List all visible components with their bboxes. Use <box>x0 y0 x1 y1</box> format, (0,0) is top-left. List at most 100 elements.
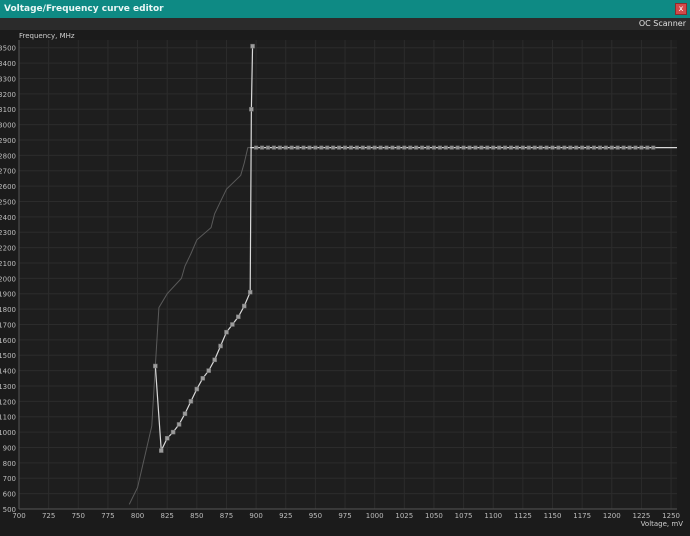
vf-curve-point[interactable] <box>366 145 371 150</box>
vf-curve-point[interactable] <box>301 145 306 150</box>
vf-curve-point[interactable] <box>591 145 597 150</box>
vf-curve-chart[interactable]: 5006007008009001000110012001300140015001… <box>0 30 690 532</box>
vf-curve-point[interactable] <box>249 106 254 112</box>
vf-curve-point[interactable] <box>325 145 330 150</box>
vf-curve-point[interactable] <box>360 145 365 150</box>
vf-curve-point[interactable] <box>250 43 255 49</box>
toolbar: OC Scanner <box>0 18 690 30</box>
vf-curve-point[interactable] <box>271 145 276 150</box>
chart-area[interactable]: 500 600 700 800 900 1000 1100 1200 1300 1400 1500 1… <box>0 30 690 532</box>
vf-curve-point[interactable] <box>645 145 650 150</box>
vf-curve-point[interactable] <box>550 145 555 150</box>
vf-curve-point[interactable] <box>265 145 271 150</box>
vf-curve-point[interactable] <box>544 145 549 150</box>
vf-curve-point[interactable] <box>425 145 431 150</box>
y-tick-label: 2300 <box>0 229 16 237</box>
vf-curve-point[interactable] <box>508 145 514 150</box>
vf-curve-point[interactable] <box>443 145 448 150</box>
vf-curve-point[interactable] <box>194 386 200 392</box>
vf-curve-point[interactable] <box>396 145 401 150</box>
vf-curve-point[interactable] <box>574 145 579 150</box>
vf-curve-point[interactable] <box>431 145 437 150</box>
vf-curve-point[interactable] <box>295 145 300 150</box>
vf-curve-point[interactable] <box>170 429 176 435</box>
vf-curve-point[interactable] <box>230 322 235 327</box>
vf-curve-point[interactable] <box>603 145 608 150</box>
y-tick-label: 600 <box>3 491 16 499</box>
vf-curve-point[interactable] <box>455 145 460 150</box>
vf-curve-point[interactable] <box>218 343 223 349</box>
vf-curve-point[interactable] <box>372 145 377 150</box>
vf-curve-point[interactable] <box>485 145 490 150</box>
x-tick-label: 1250 <box>662 512 680 520</box>
vf-curve-point[interactable] <box>532 145 537 150</box>
vf-curve-point[interactable] <box>259 145 265 150</box>
plot-background[interactable] <box>19 40 677 509</box>
vf-curve-point[interactable] <box>206 368 211 373</box>
vf-curve-point[interactable] <box>247 289 253 295</box>
vf-curve-point[interactable] <box>467 145 472 150</box>
y-tick-label: 2400 <box>0 214 16 222</box>
vf-curve-point[interactable] <box>159 448 164 453</box>
vf-curve-point[interactable] <box>153 363 158 369</box>
y-tick-label: 1200 <box>0 398 16 406</box>
vf-curve-point[interactable] <box>402 145 407 150</box>
vf-curve-point[interactable] <box>491 145 496 150</box>
vf-curve-point[interactable] <box>188 399 194 404</box>
vf-curve-point[interactable] <box>615 145 620 150</box>
vf-curve-point[interactable] <box>408 145 413 150</box>
vf-curve-point[interactable] <box>414 145 419 150</box>
vf-curve-point[interactable] <box>514 145 519 150</box>
vf-curve-point[interactable] <box>224 329 229 335</box>
vf-curve-point[interactable] <box>497 145 502 150</box>
y-tick-label: 2200 <box>0 245 16 253</box>
vf-curve-point[interactable] <box>556 145 561 150</box>
vf-curve-point[interactable] <box>609 145 614 150</box>
vf-curve-point[interactable] <box>520 145 525 150</box>
vf-curve-point[interactable] <box>384 145 389 150</box>
vf-curve-point[interactable] <box>633 145 638 150</box>
vf-curve-point[interactable] <box>526 145 531 150</box>
vf-curve-point[interactable] <box>449 145 454 150</box>
vf-curve-point[interactable] <box>254 145 259 150</box>
vf-curve-point[interactable] <box>236 314 241 320</box>
vf-curve-point[interactable] <box>627 145 632 150</box>
title-bar[interactable]: Voltage/Frequency curve editor x <box>0 0 690 18</box>
vf-curve-point[interactable] <box>200 376 206 381</box>
oc-scanner-button[interactable]: OC Scanner <box>635 18 689 30</box>
vf-curve-point[interactable] <box>331 145 336 150</box>
vf-curve-point[interactable] <box>461 145 466 150</box>
vf-curve-point[interactable] <box>337 145 342 150</box>
vf-curve-point[interactable] <box>503 145 508 150</box>
vf-curve-point[interactable] <box>473 145 478 150</box>
vf-curve-point[interactable] <box>313 145 318 150</box>
vf-curve-point[interactable] <box>242 303 247 309</box>
vf-curve-point[interactable] <box>319 145 324 150</box>
vf-curve-point[interactable] <box>289 145 294 150</box>
vf-curve-point[interactable] <box>420 145 425 150</box>
vf-curve-point[interactable] <box>390 145 395 150</box>
vf-curve-point[interactable] <box>479 145 484 150</box>
vf-curve-point[interactable] <box>538 145 543 150</box>
vf-curve-point[interactable] <box>562 145 567 150</box>
vf-curve-point[interactable] <box>283 145 288 150</box>
vf-curve-point[interactable] <box>586 145 591 150</box>
vf-curve-point[interactable] <box>580 145 585 150</box>
vf-curve-point[interactable] <box>164 436 170 441</box>
vf-curve-point[interactable] <box>277 145 282 150</box>
vf-curve-point[interactable] <box>378 145 383 150</box>
vf-curve-point[interactable] <box>437 145 442 150</box>
vf-curve-point[interactable] <box>307 145 312 150</box>
vf-curve-point[interactable] <box>354 145 359 150</box>
vf-curve-point[interactable] <box>212 357 217 363</box>
vf-curve-point[interactable] <box>342 145 348 150</box>
vf-curve-point[interactable] <box>639 145 644 150</box>
vf-curve-point[interactable] <box>568 145 573 150</box>
vf-curve-point[interactable] <box>182 411 188 416</box>
vf-curve-point[interactable] <box>651 145 656 150</box>
vf-curve-point[interactable] <box>176 422 182 427</box>
vf-curve-point[interactable] <box>621 145 626 150</box>
vf-curve-point[interactable] <box>348 145 354 150</box>
close-button[interactable]: x <box>675 3 687 15</box>
vf-curve-point[interactable] <box>597 145 602 150</box>
